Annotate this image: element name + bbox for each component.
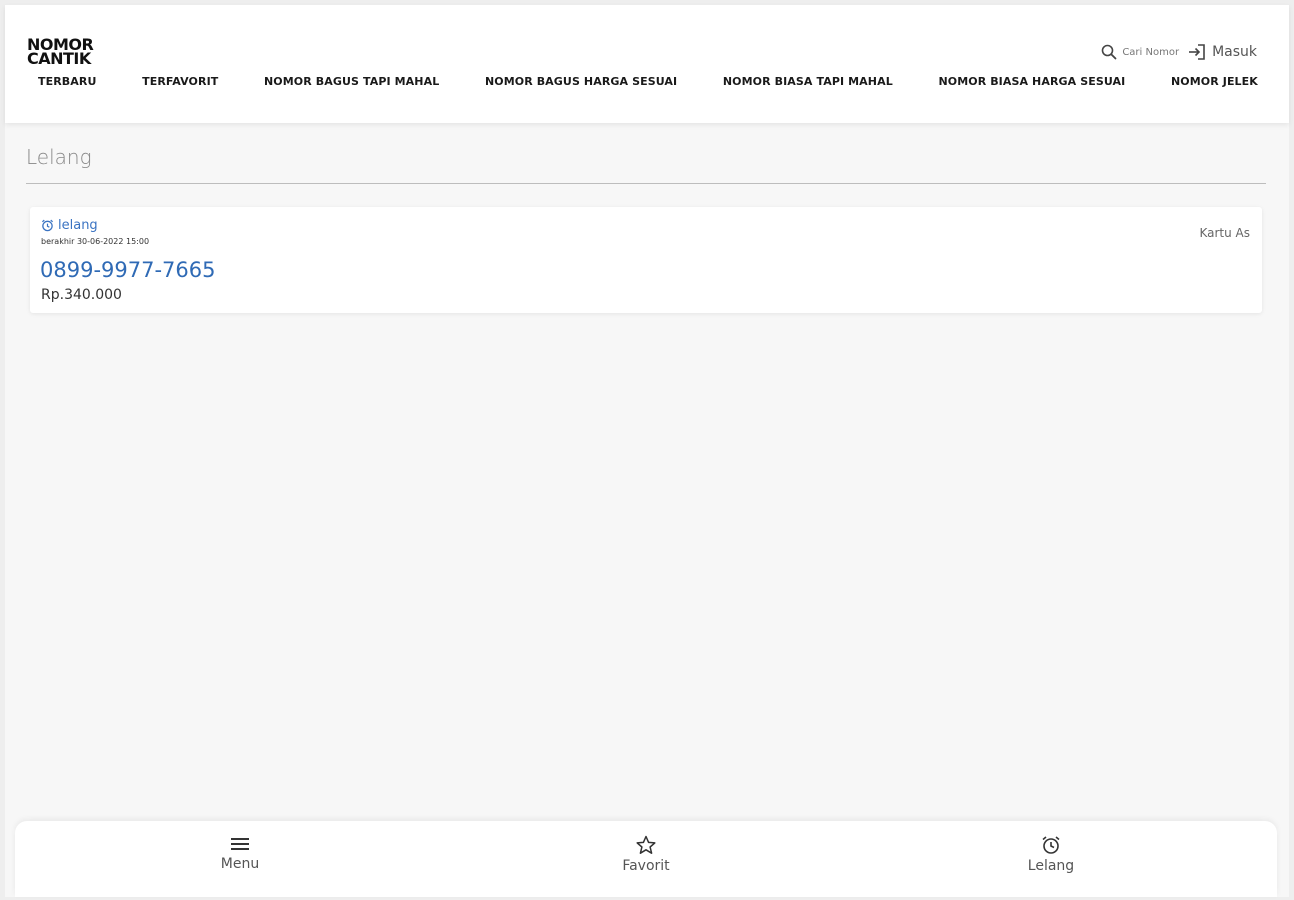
logo-line-2: CANTIK (27, 49, 91, 68)
page-title: Lelang (26, 145, 92, 169)
menu-icon (229, 835, 251, 853)
phone-number-link[interactable]: 0899-9977-7665 (40, 258, 216, 282)
nav-item-biasa-tapi-mahal[interactable]: NOMOR BIASA TAPI MAHAL (723, 75, 893, 88)
login-button[interactable]: Masuk (1187, 43, 1257, 61)
login-icon (1187, 43, 1207, 61)
price: Rp.340.000 (41, 287, 122, 303)
bottom-nav-menu[interactable]: Menu (195, 835, 285, 872)
listing-card[interactable]: lelang berakhir 30-06-2022 15:00 0899-99… (30, 207, 1262, 313)
title-divider (26, 183, 1266, 184)
search-label: Cari Nomor (1122, 46, 1180, 58)
nav-item-bagus-harga-sesuai[interactable]: NOMOR BAGUS HARGA SESUAI (485, 75, 677, 88)
header: NOMOR CANTIK Cari Nomor Masuk TERBARU TE… (5, 5, 1289, 123)
search-button[interactable]: Cari Nomor (1101, 44, 1179, 60)
login-label: Masuk (1212, 44, 1257, 60)
nav-item-terfavorit[interactable]: TERFAVORIT (142, 75, 218, 88)
bottom-nav: Menu Favorit Lelang (15, 821, 1277, 897)
search-icon (1101, 44, 1117, 60)
bottom-nav-menu-label: Menu (220, 856, 260, 872)
logo[interactable]: NOMOR CANTIK (27, 37, 94, 68)
bottom-nav-lelang-label: Lelang (1027, 858, 1075, 874)
nav-item-terbaru[interactable]: TERBARU (38, 75, 97, 88)
category-nav: TERBARU TERFAVORIT NOMOR BAGUS TAPI MAHA… (38, 75, 1258, 88)
nav-item-biasa-harga-sesuai[interactable]: NOMOR BIASA HARGA SESUAI (938, 75, 1125, 88)
star-icon (635, 835, 657, 855)
operator-label: Kartu As (1199, 226, 1250, 240)
auction-badge-label: lelang (58, 218, 98, 233)
auction-badge: lelang (41, 218, 98, 233)
nav-item-jelek[interactable]: NOMOR JELEK (1171, 75, 1258, 88)
bottom-nav-lelang[interactable]: Lelang (1006, 835, 1096, 874)
bottom-nav-favorit[interactable]: Favorit (601, 835, 691, 874)
alarm-clock-icon (41, 219, 54, 232)
bottom-nav-favorit-label: Favorit (622, 858, 670, 874)
header-actions: Cari Nomor Masuk (1101, 43, 1257, 61)
app-frame: NOMOR CANTIK Cari Nomor Masuk TERBARU TE… (5, 5, 1289, 897)
auction-end-time: berakhir 30-06-2022 15:00 (41, 237, 150, 246)
nav-item-bagus-tapi-mahal[interactable]: NOMOR BAGUS TAPI MAHAL (264, 75, 439, 88)
alarm-clock-icon (1040, 835, 1062, 855)
